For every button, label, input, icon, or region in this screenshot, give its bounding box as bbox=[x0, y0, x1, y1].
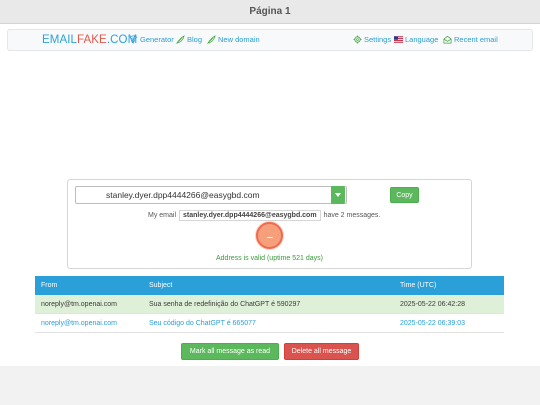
site-logo[interactable]: EMAILFAKE.COM bbox=[42, 34, 137, 46]
nav-blog[interactable]: Blog bbox=[176, 35, 202, 44]
table-row[interactable]: noreply@tm.openai.com Sua senha de redef… bbox=[35, 295, 504, 314]
email-card: stanley.dyer.dpp4444266@easygbd.com Copy… bbox=[67, 179, 472, 269]
column-header-from: From bbox=[41, 282, 58, 289]
chevron-down-icon[interactable] bbox=[331, 186, 345, 204]
delete-all-button[interactable]: Delete all message bbox=[284, 343, 359, 360]
table-row[interactable]: noreply@tm.openai.com Seu código do Chat… bbox=[35, 314, 504, 333]
column-header-subject: Subject bbox=[149, 282, 173, 289]
window-title: Página 1 bbox=[249, 6, 291, 17]
mark-all-read-button[interactable]: Mark all message as read bbox=[181, 343, 279, 360]
nav-recent-email[interactable]: Recent email bbox=[443, 35, 498, 44]
nav-generator[interactable]: Generator bbox=[129, 35, 174, 44]
envelope-open-icon bbox=[443, 35, 452, 44]
my-email-line: My email stanley.dyer.dpp4444266@easygbd… bbox=[148, 210, 381, 221]
window-titlebar: Página 1 bbox=[0, 0, 540, 24]
inbox-table: From Subject Time (UTC) noreply@tm.opena… bbox=[35, 276, 504, 333]
page-content: EMAILFAKE.COM Generator Blog New domain bbox=[0, 24, 540, 366]
row-from: noreply@tm.openai.com bbox=[41, 300, 117, 308]
blog-icon bbox=[176, 35, 185, 44]
flag-us-icon bbox=[394, 36, 403, 43]
nav-settings[interactable]: Settings bbox=[353, 35, 391, 44]
row-subject: Sua senha de redefinição do ChatGPT é 59… bbox=[149, 300, 301, 308]
new-domain-icon bbox=[207, 35, 216, 44]
nav-language[interactable]: Language bbox=[394, 35, 438, 44]
row-subject: Seu código do ChatGPT é 665077 bbox=[149, 319, 256, 327]
generator-icon bbox=[129, 35, 138, 44]
row-from: noreply@tm.openai.com bbox=[41, 319, 117, 327]
column-header-time: Time (UTC) bbox=[400, 282, 437, 289]
my-email-address: stanley.dyer.dpp4444266@easygbd.com bbox=[179, 210, 321, 221]
row-time: 2025-05-22 06:42:28 bbox=[400, 300, 465, 308]
loading-spinner-icon bbox=[256, 222, 283, 249]
table-header: From Subject Time (UTC) bbox=[35, 276, 504, 295]
address-status: Address is valid (uptime 521 days) bbox=[216, 255, 323, 262]
nav-new-domain[interactable]: New domain bbox=[207, 35, 260, 44]
row-time: 2025-05-22 06:39:03 bbox=[400, 319, 465, 327]
navbar: EMAILFAKE.COM Generator Blog New domain bbox=[7, 29, 533, 51]
settings-icon bbox=[353, 35, 362, 44]
copy-button[interactable]: Copy bbox=[390, 187, 419, 203]
email-select[interactable]: stanley.dyer.dpp4444266@easygbd.com bbox=[75, 186, 347, 204]
